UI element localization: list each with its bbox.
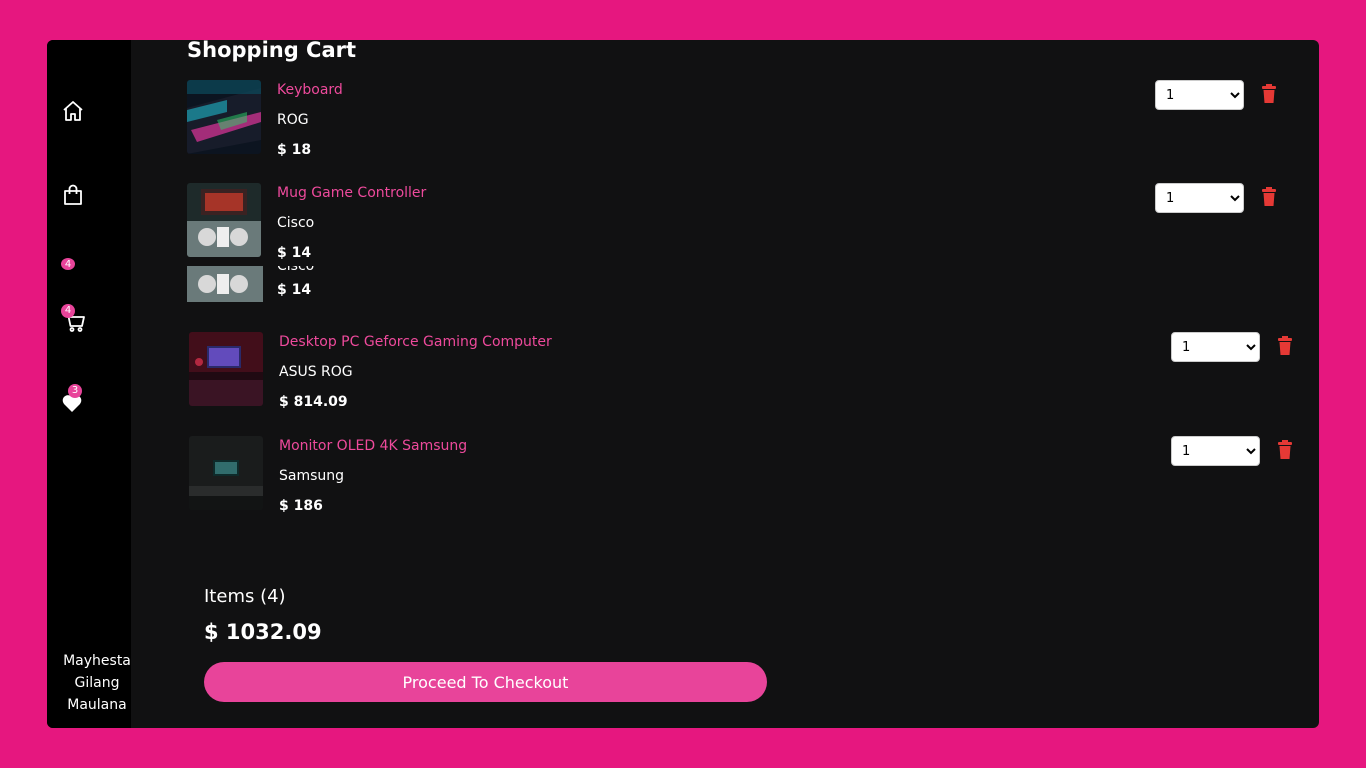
ghost-price: $ 14 xyxy=(277,282,312,298)
checkout-button[interactable]: Proceed To Checkout xyxy=(204,662,767,702)
home-icon[interactable] xyxy=(61,99,85,123)
item-brand: Cisco xyxy=(277,215,315,231)
wishlist-badge: 3 xyxy=(68,384,82,398)
delete-icon[interactable] xyxy=(1261,84,1277,104)
quantity-select[interactable]: 1 xyxy=(1155,183,1244,213)
item-brand: Samsung xyxy=(279,468,345,484)
ghost-cart-item: Cisco $ 14 xyxy=(187,266,387,306)
cart-item-keyboard: Keyboard ROG $ 18 1 xyxy=(187,80,1277,160)
item-name[interactable]: Mug Game Controller xyxy=(277,185,426,201)
item-name[interactable]: Keyboard xyxy=(277,82,343,98)
item-name[interactable]: Monitor OLED 4K Samsung xyxy=(279,438,467,454)
cart-main: Shopping Cart Keyboard ROG $ 18 1 Mug Ga… xyxy=(131,40,1319,728)
ghost-cart-badge: 4 xyxy=(61,258,75,270)
item-price: $ 14 xyxy=(277,245,312,261)
page-title: Shopping Cart xyxy=(187,40,357,62)
ghost-mug-thumbnail xyxy=(187,266,263,302)
quantity-select[interactable]: 1 xyxy=(1171,332,1260,362)
monitor-thumbnail xyxy=(189,436,263,510)
delete-icon[interactable] xyxy=(1261,187,1277,207)
item-price: $ 814.09 xyxy=(279,394,348,410)
item-brand: ASUS ROG xyxy=(279,364,353,380)
quantity-select[interactable]: 1 xyxy=(1171,436,1260,466)
ghost-brand: Cisco xyxy=(277,266,315,274)
item-name[interactable]: Desktop PC Geforce Gaming Computer xyxy=(279,334,552,350)
delete-icon[interactable] xyxy=(1277,336,1293,356)
summary-total: $ 1032.09 xyxy=(204,620,322,644)
cart-item-desktop-pc: Desktop PC Geforce Gaming Computer ASUS … xyxy=(189,332,1293,412)
summary-items-count: Items (4) xyxy=(204,586,286,607)
item-price: $ 18 xyxy=(277,142,312,158)
mug-thumbnail xyxy=(187,183,261,257)
quantity-select[interactable]: 1 xyxy=(1155,80,1244,110)
cart-item-mug: Mug Game Controller Cisco $ 14 1 xyxy=(187,183,1277,263)
item-price: $ 186 xyxy=(279,498,323,514)
sidebar: 4 4 3 Mayhesta Gilang Maulana xyxy=(47,40,131,728)
cart-item-monitor: Monitor OLED 4K Samsung Samsung $ 186 1 xyxy=(189,436,1293,516)
item-brand: ROG xyxy=(277,112,309,128)
app-window: 4 4 3 Mayhesta Gilang Maulana Shopping C… xyxy=(47,40,1319,728)
cart-badge: 4 xyxy=(61,304,75,318)
keyboard-thumbnail xyxy=(187,80,261,154)
desktop-pc-thumbnail xyxy=(189,332,263,406)
delete-icon[interactable] xyxy=(1277,440,1293,460)
shopping-bag-icon[interactable] xyxy=(61,183,85,207)
